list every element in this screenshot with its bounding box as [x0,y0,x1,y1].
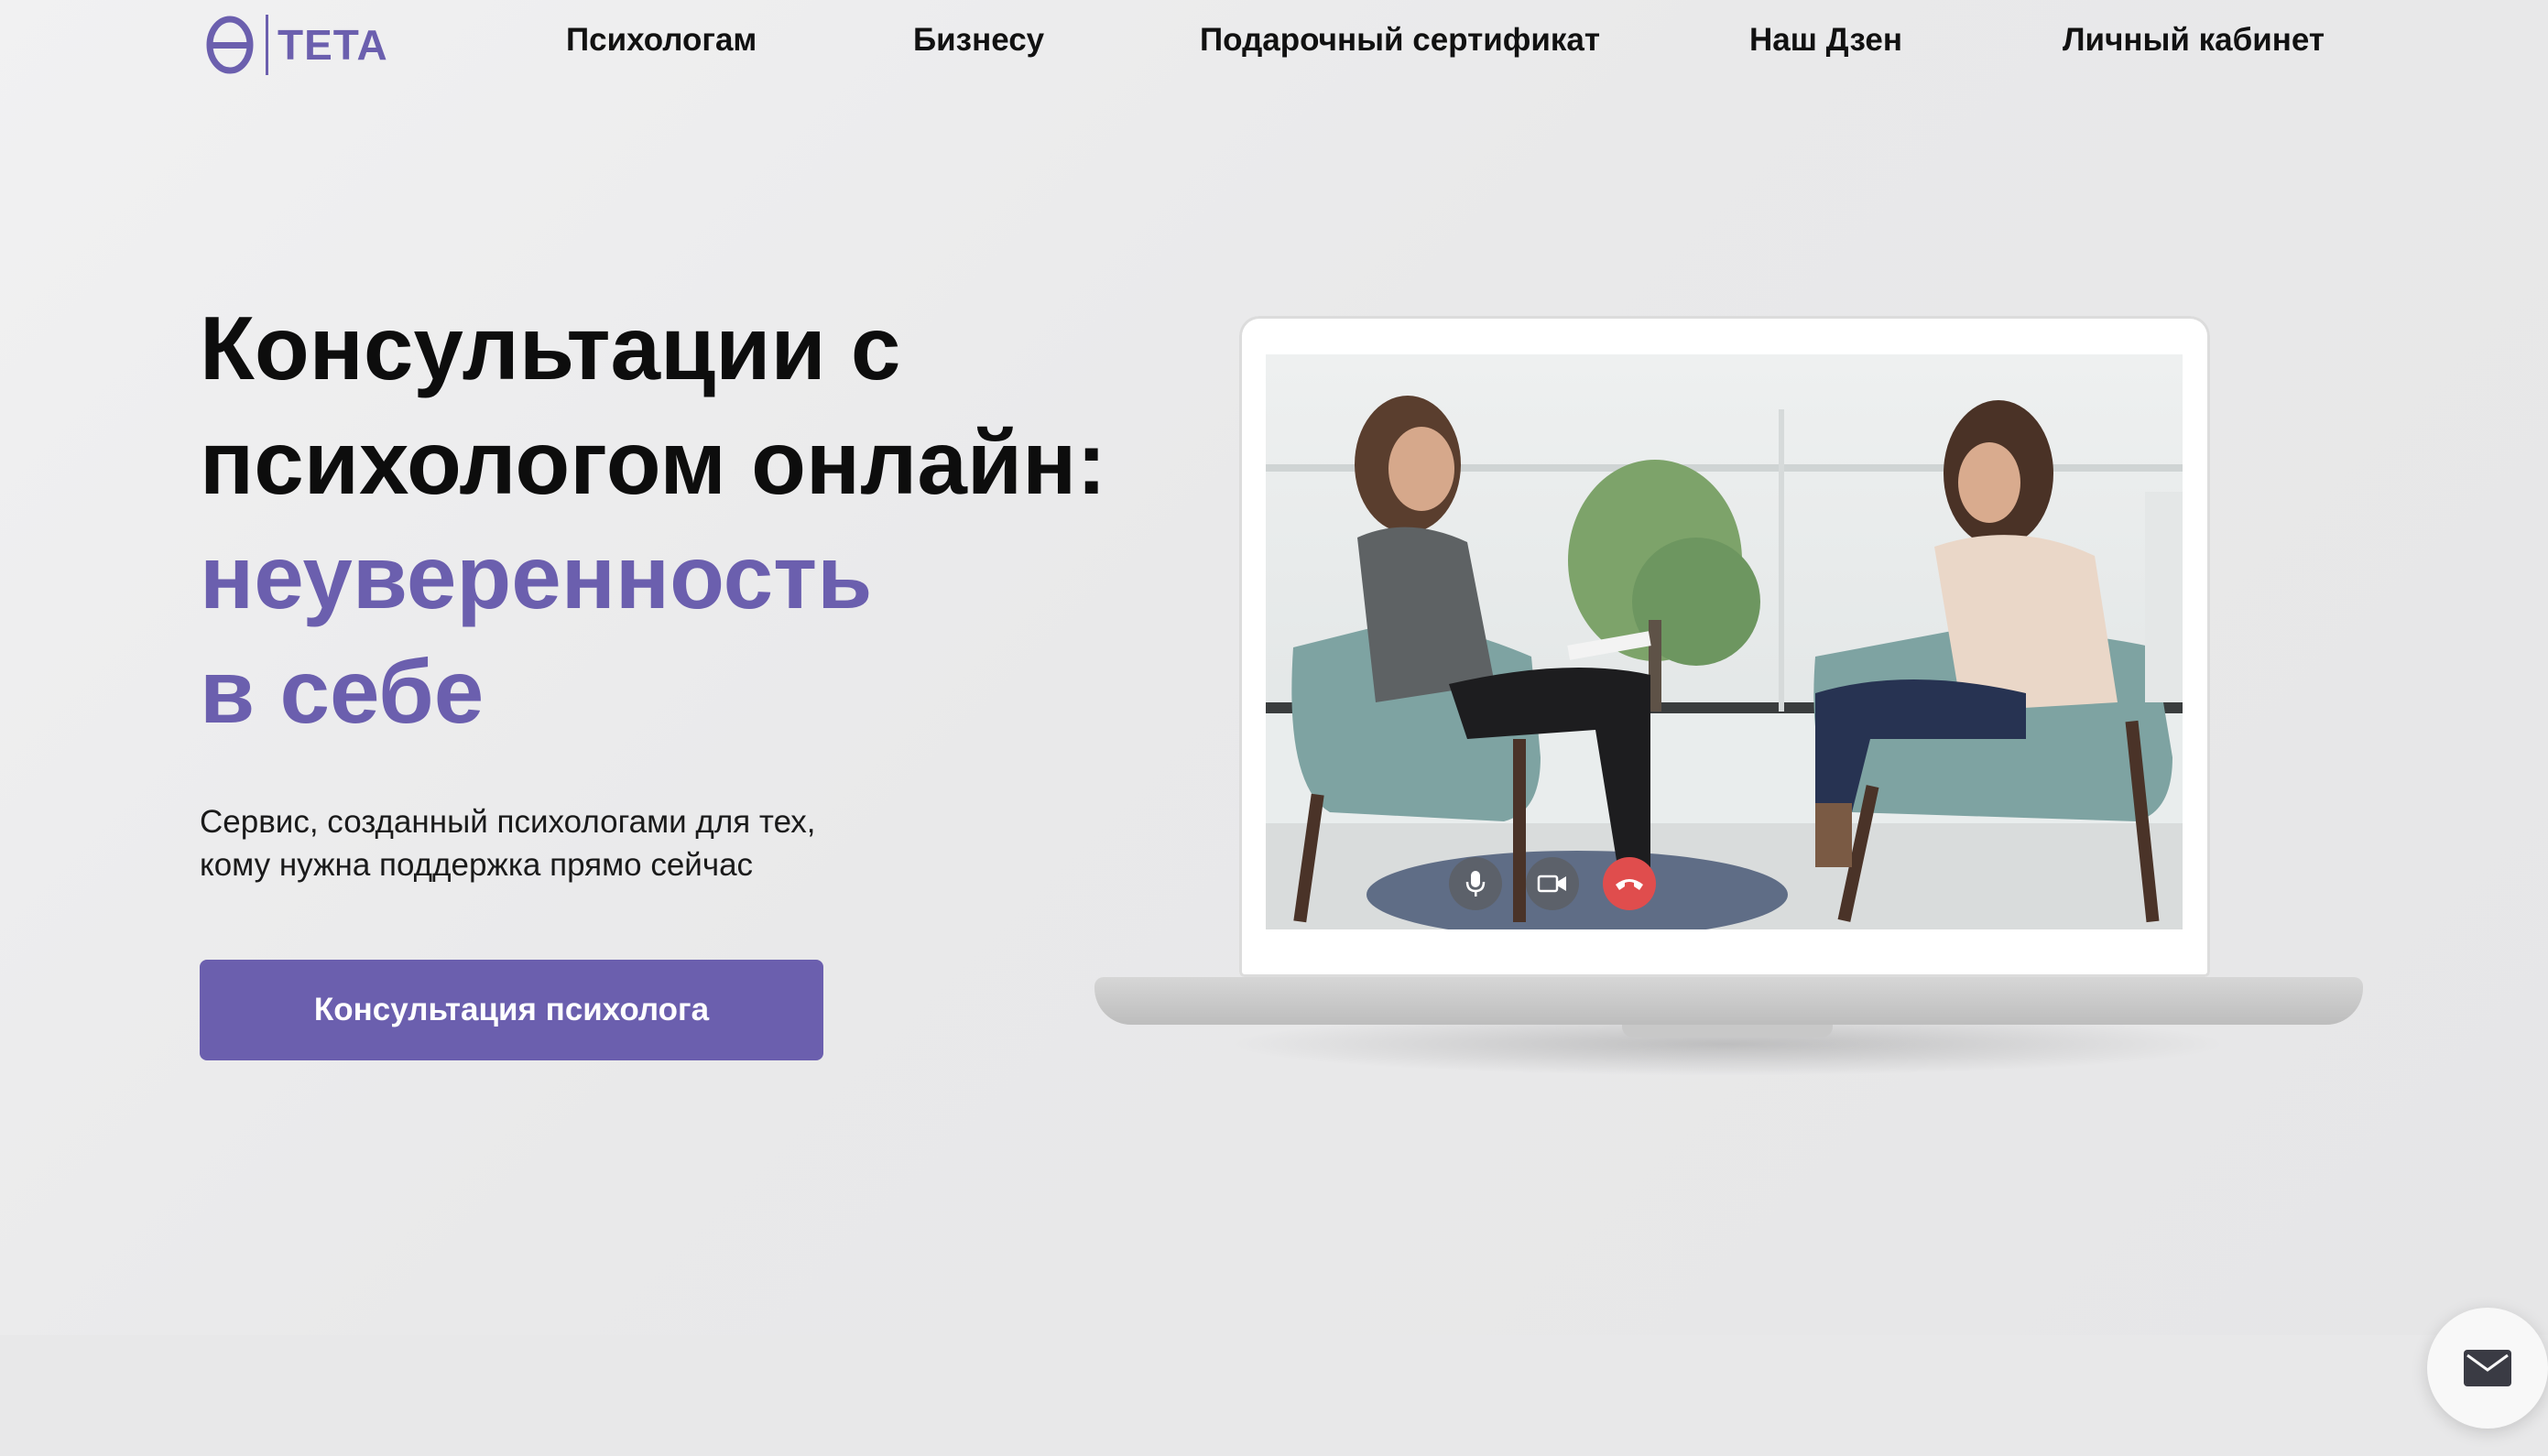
mic-icon[interactable] [1449,857,1502,910]
logo-divider [266,15,268,75]
theta-icon [206,16,254,74]
next-section-background [0,1335,2548,1456]
consultation-button[interactable]: Консультация психолога [200,960,823,1060]
call-controls [1449,857,1656,910]
laptop-notch [1622,1025,1833,1038]
nav-gift-certificate[interactable]: Подарочный сертификат [1200,22,1600,66]
hero-subtitle: Сервис, созданный психологами для тех, к… [200,800,932,886]
laptop-base [1094,977,2363,1025]
camera-icon[interactable] [1526,857,1579,910]
nav-psychologists[interactable]: Психологам [566,22,757,66]
nav-business[interactable]: Бизнесу [913,22,1044,66]
therapy-session-image [1266,354,2183,929]
mail-icon [2464,1350,2511,1386]
end-call-icon[interactable] [1603,857,1656,910]
nav-dzen[interactable]: Наш Дзен [1749,22,1902,66]
nav-personal-account[interactable]: Личный кабинет [2063,22,2325,66]
laptop-illustration [1094,316,2363,1076]
hero-title-line-2: психологом онлайн: [200,412,1106,513]
hero-accent-line-2: в себе [200,641,485,742]
hero-subtitle-line-2: кому нужна поддержка прямо сейчас [200,847,754,883]
logo[interactable]: TETA [203,13,388,77]
hero-title: Консультации с психологом онлайн: неувер… [200,291,1116,749]
video-call-screen [1266,354,2183,929]
mail-button[interactable] [2427,1308,2548,1429]
hero-subtitle-line-1: Сервис, созданный психологами для тех, [200,804,816,840]
hero-accent-line-1: неуверенность [200,527,873,627]
hero-title-line-1: Консультации с [200,298,901,398]
logo-text: TETA [278,21,388,69]
